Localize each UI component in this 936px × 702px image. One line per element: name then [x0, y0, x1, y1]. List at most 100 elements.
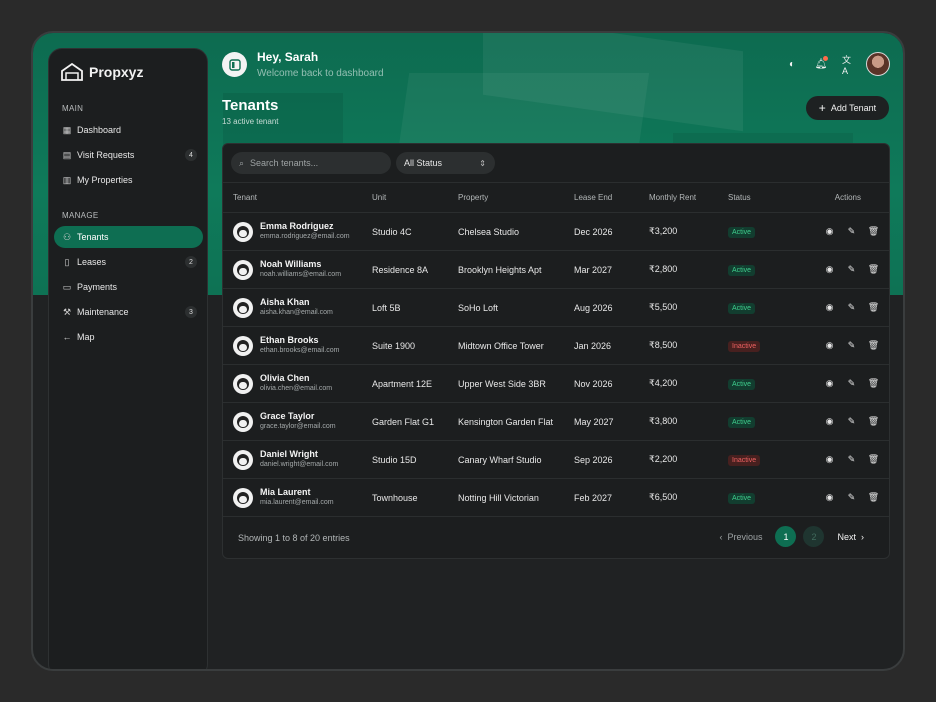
tenant-name: Mia Laurent — [260, 487, 311, 497]
next-label: Next — [837, 531, 856, 542]
table-row[interactable]: Emma Rodriguez emma.rodriguez@email.com St… — [223, 212, 889, 251]
table-row[interactable]: Grace Taylor grace.taylor@email.com Garden… — [223, 402, 889, 441]
grid-icon: ▦ — [62, 124, 72, 135]
status-filter-select[interactable]: All Status ⇕ — [396, 152, 495, 174]
section-label-main: MAIN — [62, 104, 84, 113]
status-badge: Inactive — [728, 340, 761, 352]
status-badge: Active — [728, 416, 756, 428]
trash-icon[interactable]: 🗑︎ — [868, 416, 879, 427]
status-badge: Active — [728, 302, 756, 314]
sidebar-item-count: 4 — [185, 149, 197, 161]
section-label-manage: MANAGE — [62, 211, 99, 220]
user-avatar[interactable] — [866, 52, 890, 76]
theme-toggle-button[interactable]: ◐ — [785, 57, 799, 71]
sidebar-item-label: Visit Requests — [77, 150, 135, 160]
sidebar-toggle-button[interactable] — [222, 52, 247, 77]
sidebar-item-dashboard[interactable]: ▦ Dashboard — [54, 119, 203, 141]
view-icon[interactable]: ◉ — [824, 340, 835, 351]
status-badge: Active — [728, 492, 756, 504]
page-2-button[interactable]: 2 — [803, 526, 825, 547]
add-tenant-button[interactable]: + Add Tenant — [806, 96, 889, 120]
view-icon[interactable]: ◉ — [824, 226, 835, 237]
tenant-avatar — [233, 411, 253, 432]
lease-end-cell: Feb 2027 — [574, 478, 649, 517]
trash-icon[interactable]: 🗑︎ — [868, 226, 879, 237]
brand-logo[interactable]: Propxyz — [61, 63, 143, 81]
rent-cell: ₹4,200 — [649, 364, 728, 403]
notifications-button[interactable]: 🔔︎ — [814, 56, 828, 71]
table-row[interactable]: Aisha Khan aisha.khan@email.com Loft 5B SoH… — [223, 288, 889, 327]
trash-icon[interactable]: 🗑︎ — [868, 454, 879, 465]
edit-icon[interactable]: ✎ — [846, 454, 857, 465]
page-1-button[interactable]: 1 — [775, 526, 797, 547]
next-page-button[interactable]: Next › — [837, 532, 864, 542]
header-tenant: Tenant — [223, 182, 372, 213]
edit-icon[interactable]: ✎ — [846, 416, 857, 427]
sidebar-item-map[interactable]: ← Map — [54, 326, 203, 348]
tenants-table: Tenant Unit Property Lease End Monthly R… — [223, 182, 889, 517]
view-icon[interactable]: ◉ — [824, 454, 835, 465]
status-badge: Inactive — [728, 454, 761, 466]
edit-icon[interactable]: ✎ — [846, 378, 857, 389]
trash-icon[interactable]: 🗑︎ — [868, 378, 879, 389]
edit-icon[interactable]: ✎ — [846, 264, 857, 275]
edit-icon[interactable]: ✎ — [846, 226, 857, 237]
tenant-cell: Mia Laurent mia.laurent@email.com — [223, 478, 372, 517]
previous-page-button[interactable]: ‹ Previous — [719, 532, 762, 542]
edit-icon[interactable]: ✎ — [846, 492, 857, 503]
sidebar-item-payments[interactable]: ▭ Payments — [54, 276, 203, 298]
lease-end-cell: Nov 2026 — [574, 364, 649, 403]
trash-icon[interactable]: 🗑︎ — [868, 340, 879, 351]
trash-icon[interactable]: 🗑︎ — [868, 302, 879, 313]
view-icon[interactable]: ◉ — [824, 492, 835, 503]
rent-cell: ₹6,500 — [649, 478, 728, 517]
tenants-card: ⌕ Search tenants... All Status ⇕ Tenant … — [222, 143, 890, 559]
header-status: Status — [728, 182, 800, 213]
rent-cell: ₹8,500 — [649, 326, 728, 365]
lease-end-cell: Mar 2027 — [574, 250, 649, 289]
status-cell: Active — [728, 478, 800, 517]
sidebar-item-my-properties[interactable]: ▥ My Properties — [54, 169, 203, 191]
building-icon: ▥ — [62, 174, 72, 185]
table-row[interactable]: Olivia Chen olivia.chen@email.com Apartmen… — [223, 364, 889, 403]
sidebar-item-visit-requests[interactable]: ▤ Visit Requests 4 — [54, 144, 203, 166]
edit-icon[interactable]: ✎ — [846, 340, 857, 351]
tenant-avatar — [233, 335, 253, 356]
view-icon[interactable]: ◉ — [824, 302, 835, 313]
actions-cell: ◉ ✎ 🗑︎ — [800, 478, 889, 517]
view-icon[interactable]: ◉ — [824, 416, 835, 427]
table-row[interactable]: Daniel Wright daniel.wright@email.com Stud… — [223, 440, 889, 479]
users-icon: ⚇ — [62, 231, 72, 242]
search-input[interactable]: ⌕ Search tenants... — [231, 152, 391, 174]
tenant-name: Ethan Brooks — [260, 335, 319, 345]
trash-icon[interactable]: 🗑︎ — [868, 264, 879, 275]
table-row[interactable]: Noah Williams noah.williams@email.com Resi… — [223, 250, 889, 289]
trash-icon[interactable]: 🗑︎ — [868, 492, 879, 503]
sidebar-item-maintenance[interactable]: ⚒ Maintenance 3 — [54, 301, 203, 323]
status-cell: Active — [728, 364, 800, 403]
unit-cell: Studio 15D — [372, 440, 458, 479]
tenant-email: aisha.khan@email.com — [260, 309, 333, 316]
file-icon: ▯ — [64, 256, 70, 267]
tenant-avatar — [233, 373, 253, 394]
tenant-email: daniel.wright@email.com — [260, 461, 339, 468]
tenant-avatar — [233, 259, 253, 280]
edit-icon[interactable]: ✎ — [846, 302, 857, 313]
language-button[interactable]: 文A — [842, 55, 856, 76]
view-icon[interactable]: ◉ — [824, 264, 835, 275]
sidebar-item-tenants[interactable]: ⚇ Tenants — [54, 226, 203, 248]
plus-icon: + — [818, 101, 826, 115]
table-row[interactable]: Ethan Brooks ethan.brooks@email.com Suite … — [223, 326, 889, 365]
tenant-cell: Noah Williams noah.williams@email.com — [223, 250, 372, 289]
table-row[interactable]: Mia Laurent mia.laurent@email.com Townhous… — [223, 478, 889, 517]
greeting-subtitle: Welcome back to dashboard — [257, 68, 384, 79]
property-cell: Canary Wharf Studio — [458, 440, 574, 479]
actions-cell: ◉ ✎ 🗑︎ — [800, 326, 889, 365]
property-cell: Notting Hill Victorian — [458, 478, 574, 517]
tenant-name: Noah Williams — [260, 259, 322, 269]
tenant-name: Emma Rodriguez — [260, 221, 334, 231]
tenant-email: noah.williams@email.com — [260, 271, 342, 278]
view-icon[interactable]: ◉ — [824, 378, 835, 389]
tenant-avatar — [233, 221, 253, 242]
sidebar-item-leases[interactable]: ▯ Leases 2 — [54, 251, 203, 273]
